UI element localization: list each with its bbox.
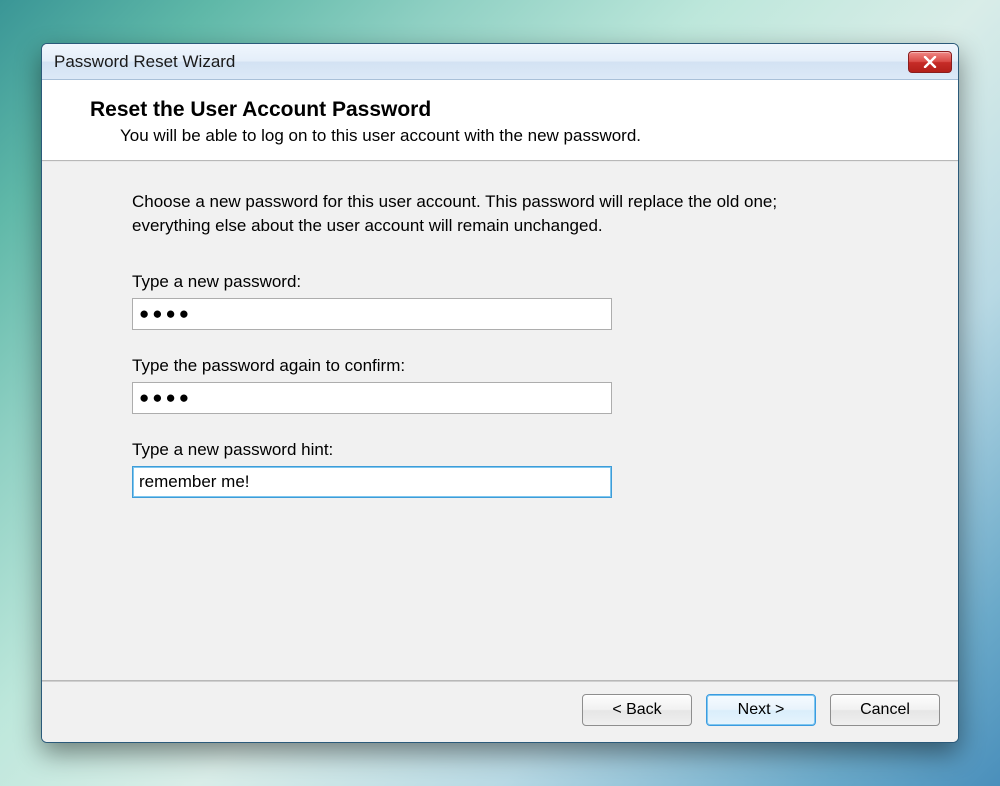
password-hint-label: Type a new password hint: bbox=[132, 440, 612, 460]
wizard-content: Choose a new password for this user acco… bbox=[42, 161, 958, 680]
page-subtitle: You will be able to log on to this user … bbox=[120, 126, 936, 146]
password-hint-field: Type a new password hint: bbox=[132, 440, 612, 498]
window-title: Password Reset Wizard bbox=[54, 52, 235, 72]
next-button[interactable]: Next > bbox=[706, 694, 816, 726]
confirm-password-field: Type the password again to confirm: bbox=[132, 356, 612, 414]
password-hint-input[interactable] bbox=[132, 466, 612, 498]
wizard-footer: < Back Next > Cancel bbox=[42, 681, 958, 742]
back-button[interactable]: < Back bbox=[582, 694, 692, 726]
cancel-button[interactable]: Cancel bbox=[830, 694, 940, 726]
confirm-password-label: Type the password again to confirm: bbox=[132, 356, 612, 376]
page-heading: Reset the User Account Password bbox=[90, 98, 936, 122]
close-icon bbox=[923, 56, 937, 68]
close-button[interactable] bbox=[908, 51, 952, 73]
wizard-header: Reset the User Account Password You will… bbox=[42, 80, 958, 160]
instructions-text: Choose a new password for this user acco… bbox=[132, 190, 832, 238]
confirm-password-input[interactable] bbox=[132, 382, 612, 414]
titlebar: Password Reset Wizard bbox=[42, 44, 958, 80]
new-password-field: Type a new password: bbox=[132, 272, 612, 330]
new-password-label: Type a new password: bbox=[132, 272, 612, 292]
wizard-window: Password Reset Wizard Reset the User Acc… bbox=[41, 43, 959, 743]
new-password-input[interactable] bbox=[132, 298, 612, 330]
